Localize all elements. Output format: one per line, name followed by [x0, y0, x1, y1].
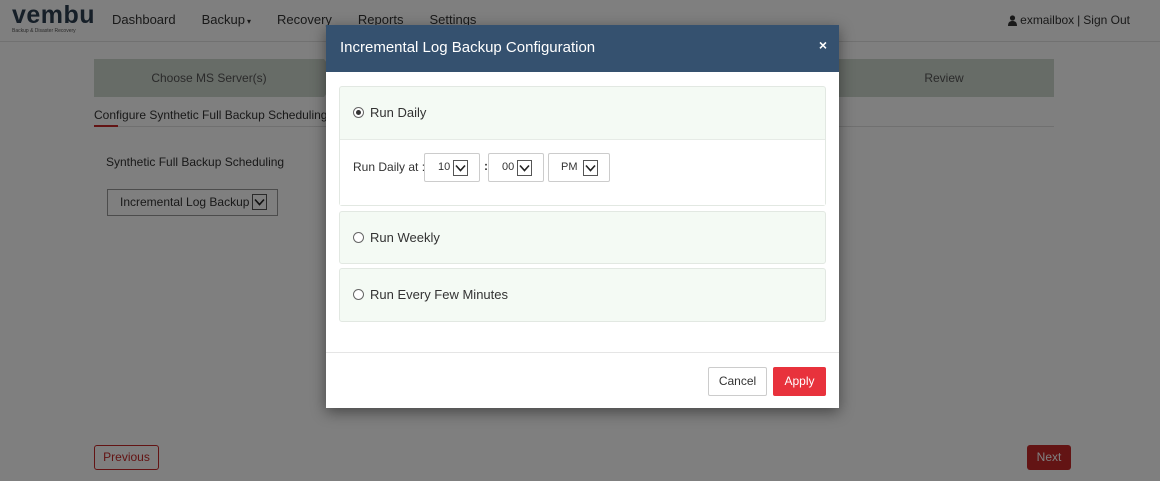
- apply-button[interactable]: Apply: [773, 367, 826, 396]
- hour-select[interactable]: 10: [424, 153, 480, 182]
- run-weekly-label: Run Weekly: [370, 230, 440, 245]
- modal-header: Incremental Log Backup Configuration ×: [326, 25, 839, 72]
- run-daily-panel: Run Daily Run Daily at : 10 : 00 PM: [339, 86, 826, 206]
- ampm-value: PM: [561, 161, 578, 173]
- chevron-down-icon: [517, 160, 532, 176]
- run-daily-option[interactable]: Run Daily: [353, 105, 426, 120]
- cancel-button[interactable]: Cancel: [708, 367, 767, 396]
- run-minutes-radio[interactable]: [353, 289, 364, 300]
- run-weekly-option[interactable]: Run Weekly: [353, 230, 440, 245]
- daily-time-label: Run Daily at :: [353, 160, 426, 174]
- minute-select[interactable]: 00: [488, 153, 544, 182]
- run-daily-radio[interactable]: [353, 107, 364, 118]
- modal-footer: Cancel Apply: [326, 352, 839, 408]
- chevron-down-icon: [583, 160, 598, 176]
- run-weekly-radio[interactable]: [353, 232, 364, 243]
- run-weekly-panel: Run Weekly: [339, 211, 826, 264]
- run-daily-header: Run Daily: [340, 87, 825, 139]
- minute-value: 00: [502, 161, 515, 173]
- hour-value: 10: [438, 161, 451, 173]
- radio-selected-dot: [356, 110, 361, 115]
- modal-title: Incremental Log Backup Configuration: [340, 39, 596, 56]
- run-minutes-panel: Run Every Few Minutes: [339, 268, 826, 322]
- run-minutes-option[interactable]: Run Every Few Minutes: [353, 287, 508, 302]
- ampm-select[interactable]: PM: [548, 153, 610, 182]
- run-daily-settings: Run Daily at : 10 : 00 PM: [340, 139, 825, 205]
- run-minutes-label: Run Every Few Minutes: [370, 287, 508, 302]
- chevron-down-icon: [453, 160, 468, 176]
- close-icon[interactable]: ×: [819, 37, 827, 53]
- log-backup-config-modal: Incremental Log Backup Configuration × R…: [326, 25, 839, 408]
- run-daily-label: Run Daily: [370, 105, 427, 120]
